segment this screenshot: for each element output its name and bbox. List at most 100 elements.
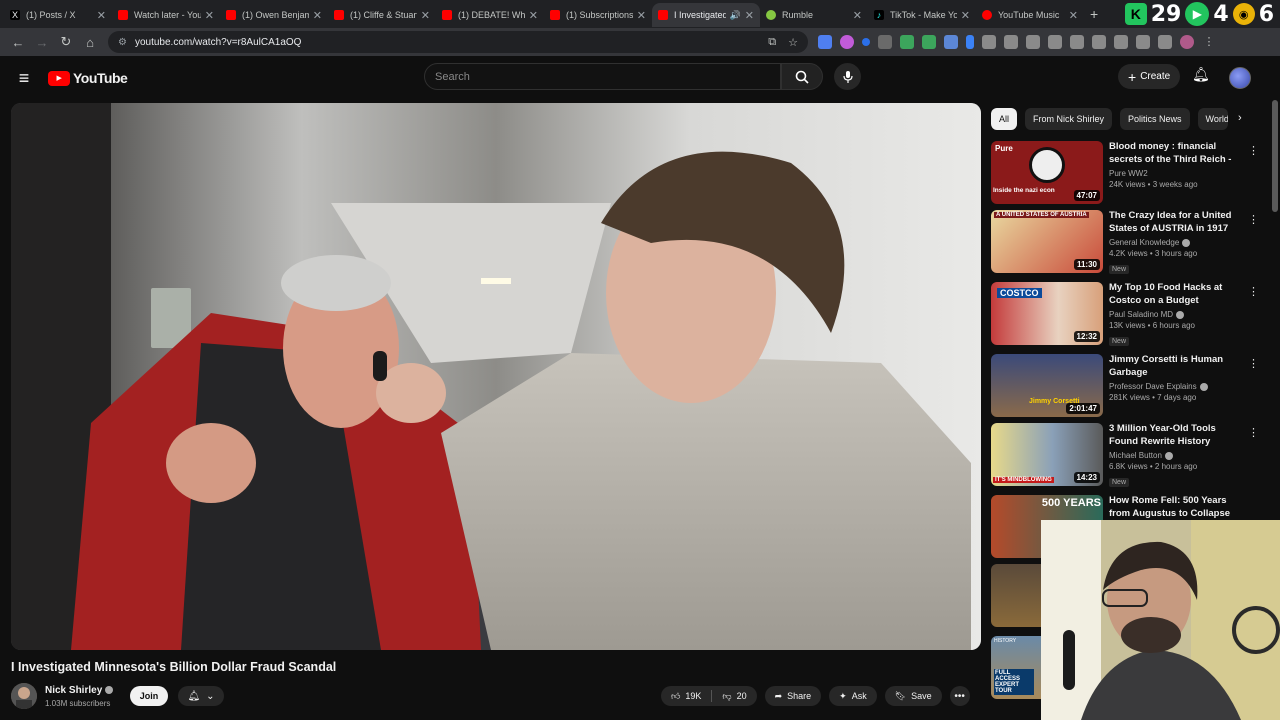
video-thumbnail[interactable]: Jimmy Corsetti 2:01:47 — [991, 354, 1103, 417]
chip-all[interactable]: All — [991, 108, 1018, 130]
x-favicon-icon: X — [10, 10, 20, 20]
close-tab-icon[interactable]: ✕ — [97, 9, 106, 22]
close-tab-icon[interactable]: ✕ — [1069, 9, 1078, 22]
address-bar[interactable]: ⚙ youtube.com/watch?v=r8AulCA1aOQ ⧉ ☆ — [108, 31, 808, 53]
search-button[interactable] — [781, 63, 823, 90]
extension-icon[interactable] — [900, 35, 914, 49]
extension-icon[interactable] — [1004, 35, 1018, 49]
site-info-icon[interactable]: ⚙ — [118, 37, 127, 48]
close-tab-icon[interactable]: ✕ — [529, 9, 538, 22]
chip-politics-news[interactable]: Politics News — [1120, 108, 1190, 130]
extension-icon[interactable] — [1114, 35, 1128, 49]
recommendation-item[interactable]: Pure Inside the nazi econ 47:07 Blood mo… — [991, 141, 1269, 210]
new-tab-icon[interactable]: + — [1090, 6, 1098, 22]
channel-name: General Knowledge — [1109, 238, 1180, 247]
menu-icon[interactable]: ≡ — [0, 68, 48, 89]
video-thumbnail[interactable]: IT'S MINDBLOWING 14:23 — [991, 423, 1103, 486]
join-button[interactable]: Join — [130, 686, 168, 706]
extension-icon[interactable] — [966, 35, 974, 49]
recommendation-title: Jimmy Corsetti is Human Garbage — [1109, 354, 1224, 378]
more-options-icon[interactable]: ⋮ — [1248, 144, 1259, 157]
like-button[interactable]: 👍︎ 19K — [661, 691, 711, 702]
reload-icon[interactable]: ↻ — [54, 34, 78, 50]
browser-tab[interactable]: (1) DEBATE! Who ✕ — [436, 3, 544, 27]
create-button[interactable]: + Create — [1118, 64, 1181, 89]
recommendation-item[interactable]: IT'S MINDBLOWING 14:23 3 Million Year-Ol… — [991, 423, 1269, 492]
recommendation-filter-chips: All From Nick Shirley Politics News Worl… — [991, 108, 1228, 130]
back-arrow-icon[interactable]: ← — [6, 35, 30, 50]
chip-world[interactable]: World — [1197, 108, 1228, 130]
account-avatar[interactable] — [1229, 67, 1251, 89]
browser-tab[interactable]: (1) Cliffe & Stuart ✕ — [328, 3, 436, 27]
cast-icon[interactable]: ⧉ — [768, 36, 776, 49]
extension-icon[interactable] — [1048, 35, 1062, 49]
recommendation-item[interactable]: Jimmy Corsetti 2:01:47 Jimmy Corsetti is… — [991, 354, 1269, 423]
browser-tab[interactable]: (1) Subscriptions ✕ — [544, 3, 652, 27]
extension-icon[interactable] — [818, 35, 832, 49]
youtube-logo[interactable]: ▶ YouTube — [48, 70, 128, 86]
browser-tab[interactable]: X (1) Posts / X ✕ — [4, 3, 112, 27]
close-tab-icon[interactable]: ✕ — [205, 9, 214, 22]
more-options-icon[interactable]: ⋮ — [1248, 357, 1259, 370]
speaker-icon[interactable]: 🔊 — [730, 10, 741, 21]
video-thumbnail[interactable]: COSTCO 12:32 — [991, 282, 1103, 345]
extension-icon[interactable] — [982, 35, 996, 49]
mask-icon: ◉ — [1232, 3, 1255, 25]
more-options-icon[interactable]: ⋮ — [1248, 285, 1259, 298]
browser-tab[interactable]: Watch later - YouTube ✕ — [112, 3, 220, 27]
extension-icon[interactable] — [1026, 35, 1040, 49]
sparkle-icon: ✦ — [839, 690, 847, 701]
browser-tab[interactable]: (1) Owen Benjamin ✕ — [220, 3, 328, 27]
chevron-down-icon: ⌄ — [206, 690, 215, 702]
close-tab-icon[interactable]: ✕ — [853, 9, 862, 22]
extension-icon[interactable] — [1070, 35, 1084, 49]
browser-tab-active[interactable]: I Investigated 🔊 ✕ — [652, 3, 760, 27]
extension-icon[interactable] — [944, 35, 958, 49]
forward-arrow-icon[interactable]: → — [30, 35, 54, 50]
close-tab-icon[interactable]: ✕ — [421, 9, 430, 22]
video-player[interactable] — [11, 103, 981, 650]
chevron-right-icon[interactable]: › — [1238, 112, 1242, 124]
close-tab-icon[interactable]: ✕ — [637, 9, 646, 22]
extension-icon[interactable] — [1136, 35, 1150, 49]
browser-tab[interactable]: YouTube Music ✕ — [976, 3, 1084, 27]
extension-icon[interactable] — [1092, 35, 1106, 49]
browser-menu-icon[interactable]: ⋮ — [1202, 35, 1216, 49]
chip-from-channel[interactable]: From Nick Shirley — [1025, 108, 1113, 130]
video-thumbnail[interactable]: Pure Inside the nazi econ 47:07 — [991, 141, 1103, 204]
dislike-button[interactable]: 👎︎ 20 — [712, 691, 756, 702]
recommendation-item[interactable]: COSTCO 12:32 My Top 10 Food Hacks at Cos… — [991, 282, 1269, 351]
ask-button[interactable]: ✦ Ask — [829, 686, 877, 706]
like-count: 19K — [685, 691, 702, 701]
browser-tab[interactable]: Rumble ✕ — [760, 3, 868, 27]
more-options-icon[interactable]: ⋮ — [1248, 426, 1259, 439]
extension-icon[interactable] — [922, 35, 936, 49]
more-actions-icon[interactable]: ••• — [949, 686, 970, 706]
duration-badge: 12:32 — [1073, 331, 1100, 342]
subscription-notifications-button[interactable]: 🔔︎ ⌄ — [178, 686, 224, 706]
voice-search-button[interactable] — [834, 63, 861, 90]
close-tab-icon[interactable]: ✕ — [961, 9, 970, 22]
extension-icon[interactable] — [862, 38, 870, 46]
recommendation-item[interactable]: A UNITED STATES OF AUSTRIA 11:30 The Cra… — [991, 210, 1269, 279]
bookmark-star-icon[interactable]: ☆ — [788, 36, 798, 49]
browser-tab[interactable]: ♪ TikTok - Make Your Day ✕ — [868, 3, 976, 27]
more-options-icon[interactable]: ⋮ — [1248, 213, 1259, 226]
channel-avatar[interactable] — [11, 683, 37, 709]
share-button[interactable]: ➦ Share — [764, 686, 822, 706]
close-tab-icon[interactable]: ✕ — [745, 9, 754, 22]
channel-name[interactable]: Nick Shirley — [45, 685, 102, 696]
save-button[interactable]: 🔖︎ Save — [884, 686, 942, 706]
close-tab-icon[interactable]: ✕ — [313, 9, 322, 22]
notifications-bell-icon[interactable]: 🔔︎ — [1192, 66, 1210, 83]
search-input[interactable]: Search — [424, 63, 781, 90]
profile-avatar-icon[interactable] — [1180, 35, 1194, 49]
extension-icon[interactable] — [840, 35, 854, 49]
extension-icon[interactable] — [1158, 35, 1172, 49]
video-thumbnail[interactable]: A UNITED STATES OF AUSTRIA 11:30 — [991, 210, 1103, 273]
channel-info: Nick Shirley 1.03M subscribers — [11, 683, 114, 709]
home-icon[interactable]: ⌂ — [78, 35, 102, 50]
recommendation-title: The Crazy Idea for a United States of AU… — [1109, 210, 1232, 234]
extension-icon[interactable] — [878, 35, 892, 49]
sidebar-scrollbar[interactable] — [1272, 100, 1278, 212]
